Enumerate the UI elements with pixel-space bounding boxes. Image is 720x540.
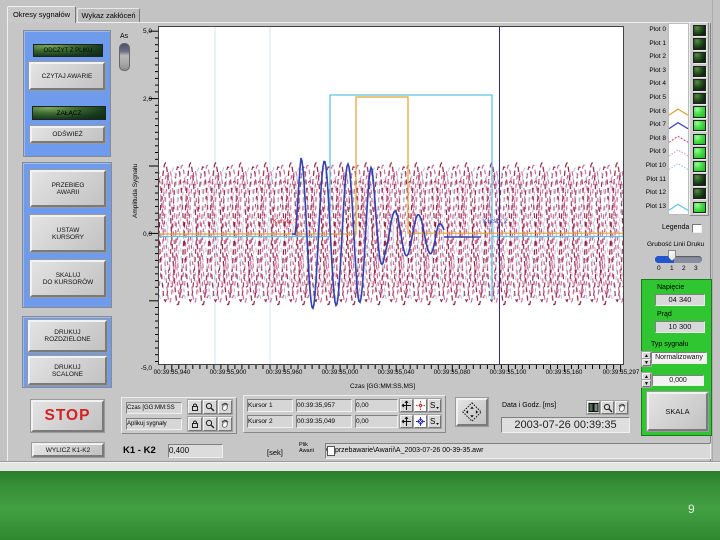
svg-text:Kursor 2: Kursor 2 [483, 218, 508, 225]
svg-text:S: S [430, 417, 435, 426]
svg-text:S: S [430, 401, 435, 410]
svg-text:Kursor 1: Kursor 1 [273, 218, 298, 225]
